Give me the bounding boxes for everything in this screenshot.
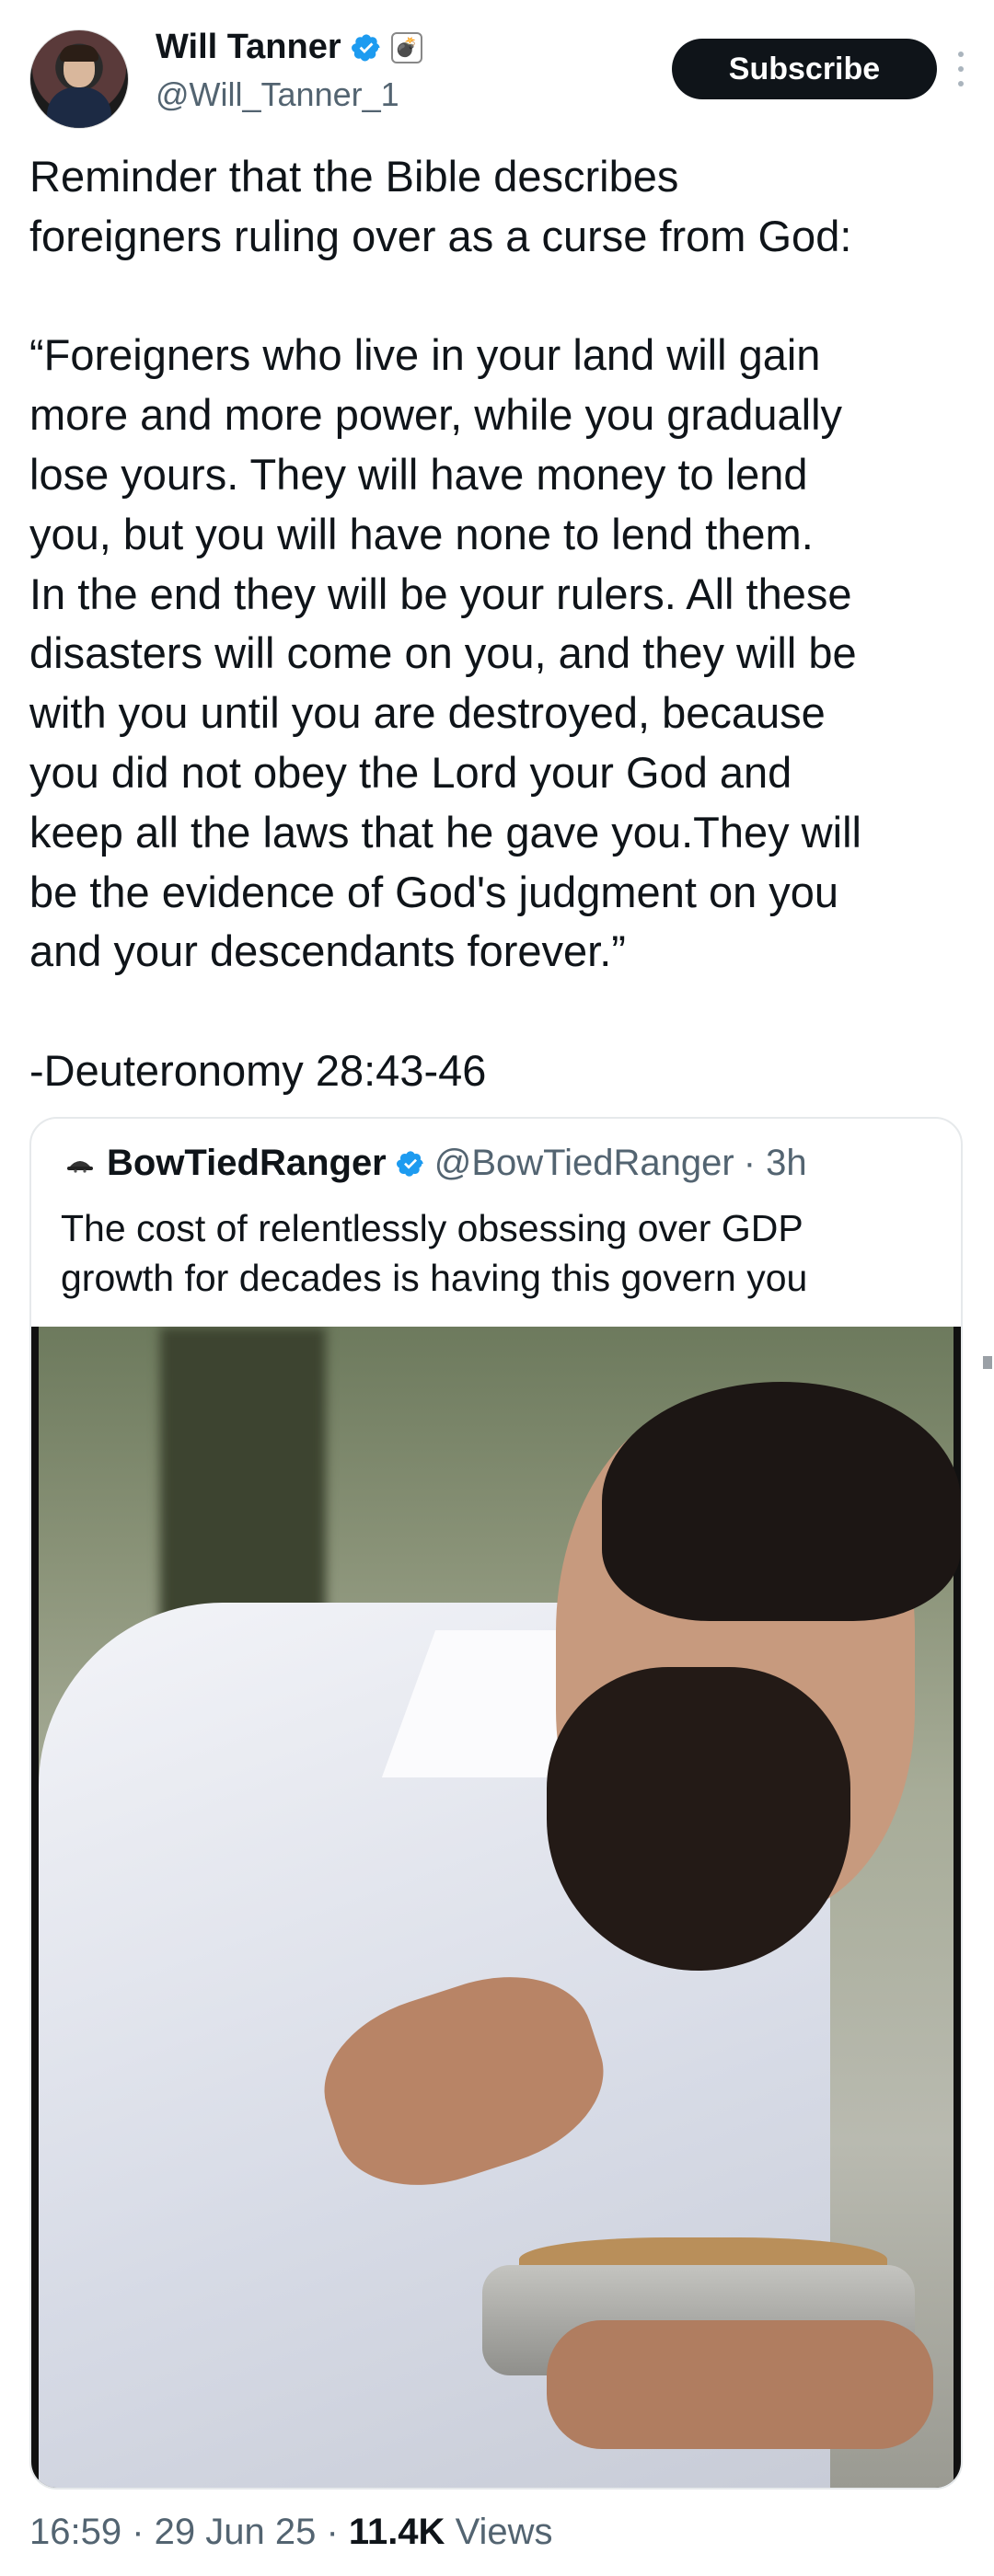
quote-header: BowTiedRanger @BowTiedRanger · 3h	[63, 1143, 807, 1184]
tweet-meta: 16:59 · 29 Jun 25 · 11.4K Views	[29, 2512, 553, 2553]
author-name[interactable]: Will Tanner	[156, 28, 341, 67]
tweet-time[interactable]: 16:59	[29, 2512, 121, 2552]
verified-badge-icon	[396, 1150, 423, 1177]
quote-author-name[interactable]: BowTiedRanger	[107, 1143, 387, 1184]
quote-timestamp[interactable]: · 3h	[744, 1143, 807, 1184]
more-vertical-icon[interactable]	[950, 46, 972, 92]
tweet-header: Will Tanner 💣 @Will_Tanner_1 Subscribe	[29, 28, 965, 129]
quote-video-thumbnail[interactable]	[31, 1327, 961, 2488]
subscribe-button[interactable]: Subscribe	[672, 39, 937, 99]
author-handle[interactable]: @Will_Tanner_1	[156, 75, 399, 114]
tweet-date[interactable]: 29 Jun 25	[155, 2512, 317, 2552]
author-name-row: Will Tanner 💣	[156, 28, 422, 67]
author-avatar[interactable]	[29, 29, 129, 129]
hat-icon	[63, 1145, 98, 1181]
views-count: 11.4K	[348, 2512, 445, 2552]
verified-badge-icon	[351, 33, 380, 62]
bomb-emoji-icon: 💣	[390, 31, 422, 63]
scrollbar-thumb[interactable]	[983, 1356, 992, 1369]
separator: ·	[316, 2512, 349, 2552]
tweet-text: Reminder that the Bible describes foreig…	[29, 152, 861, 1095]
separator: ·	[121, 2512, 155, 2552]
quoted-tweet[interactable]: BowTiedRanger @BowTiedRanger · 3h The co…	[29, 1117, 963, 2490]
views-label: Views	[455, 2512, 553, 2552]
quote-text: The cost of relentlessly obsessing over …	[61, 1207, 808, 1299]
quote-author-handle[interactable]: @BowTiedRanger	[434, 1143, 734, 1184]
